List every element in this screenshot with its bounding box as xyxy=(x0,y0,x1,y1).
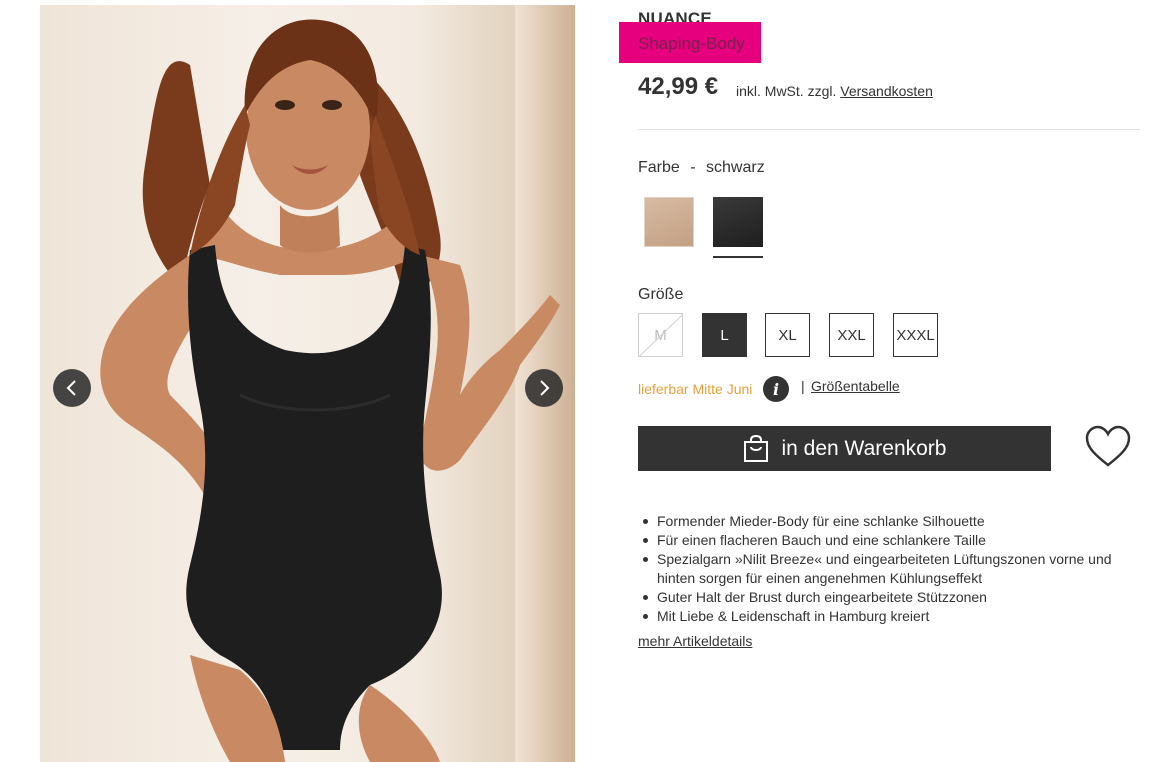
shipping-costs-link[interactable]: Versandkosten xyxy=(840,83,933,99)
price-note-text: inkl. MwSt. zzgl. xyxy=(736,83,837,99)
more-details-link[interactable]: mehr Artikeldetails xyxy=(638,633,752,649)
previous-image-button[interactable] xyxy=(53,369,91,407)
selected-color-name: schwarz xyxy=(706,159,765,176)
size-option-xl[interactable]: XL xyxy=(765,313,810,357)
size-option-l[interactable]: L xyxy=(702,313,747,357)
color-label-text: Farbe xyxy=(638,159,680,176)
price-note: inkl. MwSt. zzgl. Versandkosten xyxy=(736,83,933,99)
size-label: Größe xyxy=(638,286,684,303)
chevron-right-icon xyxy=(540,380,550,396)
product-image-gallery xyxy=(40,5,575,762)
product-title: Shaping-Body xyxy=(638,34,745,53)
feature-item: Mit Liebe & Leidenschaft in Hamburg krei… xyxy=(638,607,1118,626)
availability-text: lieferbar Mitte Juni xyxy=(638,381,753,397)
size-table-link[interactable]: Größentabelle xyxy=(811,378,900,394)
heart-icon xyxy=(1085,425,1131,467)
color-label: Farbe - schwarz xyxy=(638,159,765,177)
product-image xyxy=(100,19,560,762)
color-separator: - xyxy=(690,159,696,176)
info-icon[interactable]: i xyxy=(763,376,789,402)
color-swatch-schwarz[interactable] xyxy=(713,197,763,247)
size-option-xxl[interactable]: XXL xyxy=(829,313,874,357)
color-swatch-beige[interactable] xyxy=(644,197,694,247)
feature-item: Formender Mieder-Body für eine schlanke … xyxy=(638,512,1118,531)
selected-swatch-indicator xyxy=(713,256,763,258)
size-option-xxxl[interactable]: XXXL xyxy=(893,313,938,357)
add-to-cart-button[interactable]: in den Warenkorb xyxy=(638,426,1051,471)
product-price: 42,99 € xyxy=(638,73,719,100)
wishlist-button[interactable] xyxy=(1084,424,1132,470)
feature-item: Spezialgarn »Nilit Breeze« und eingearbe… xyxy=(638,550,1118,588)
divider xyxy=(638,129,1140,130)
next-image-button[interactable] xyxy=(525,369,563,407)
shopping-bag-icon xyxy=(743,434,769,463)
feature-item: Für einen flacheren Bauch und eine schla… xyxy=(638,531,1118,550)
add-to-cart-label: in den Warenkorb xyxy=(781,436,947,460)
feature-list: Formender Mieder-Body für eine schlanke … xyxy=(638,512,1118,626)
chevron-left-icon xyxy=(66,380,76,396)
size-option-m[interactable]: M xyxy=(638,313,683,357)
link-separator: | xyxy=(801,378,805,394)
feature-item: Guter Halt der Brust durch eingearbeitet… xyxy=(638,588,1118,607)
